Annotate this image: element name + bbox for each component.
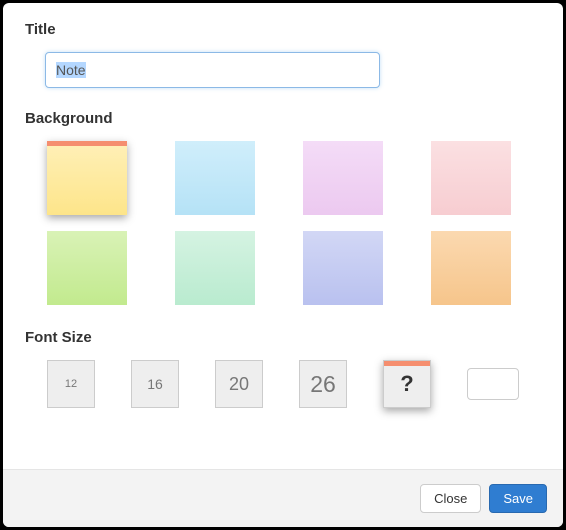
swatch-pink[interactable] bbox=[303, 141, 383, 215]
background-label: Background bbox=[25, 110, 541, 127]
swatch-green[interactable] bbox=[47, 231, 127, 305]
fontsize-custom[interactable]: ? bbox=[383, 360, 431, 408]
swatch-row bbox=[47, 141, 541, 215]
fontsize-16[interactable]: 16 bbox=[131, 360, 179, 408]
swatch-violet[interactable] bbox=[303, 231, 383, 305]
fontsize-12[interactable]: 12 bbox=[47, 360, 95, 408]
dialog-footer: Close Save bbox=[3, 469, 563, 527]
title-label: Title bbox=[25, 21, 541, 38]
swatch-blue[interactable] bbox=[175, 141, 255, 215]
fontsize-26[interactable]: 26 bbox=[299, 360, 347, 408]
settings-dialog: Title Background Font Size 12 16 20 26 ? bbox=[3, 3, 563, 527]
fontsize-custom-input[interactable] bbox=[467, 368, 519, 400]
fontsize-options: 12 16 20 26 ? bbox=[25, 360, 541, 408]
background-swatches bbox=[25, 141, 541, 305]
save-button[interactable]: Save bbox=[489, 484, 547, 513]
swatch-orange[interactable] bbox=[431, 231, 511, 305]
swatch-rose[interactable] bbox=[431, 141, 511, 215]
fontsize-20[interactable]: 20 bbox=[215, 360, 263, 408]
close-button[interactable]: Close bbox=[420, 484, 481, 513]
swatch-yellow[interactable] bbox=[47, 141, 127, 215]
fontsize-label: Font Size bbox=[25, 329, 541, 346]
swatch-mint[interactable] bbox=[175, 231, 255, 305]
title-input[interactable] bbox=[45, 52, 380, 88]
dialog-body: Title Background Font Size 12 16 20 26 ? bbox=[3, 3, 563, 469]
swatch-row bbox=[47, 231, 541, 305]
